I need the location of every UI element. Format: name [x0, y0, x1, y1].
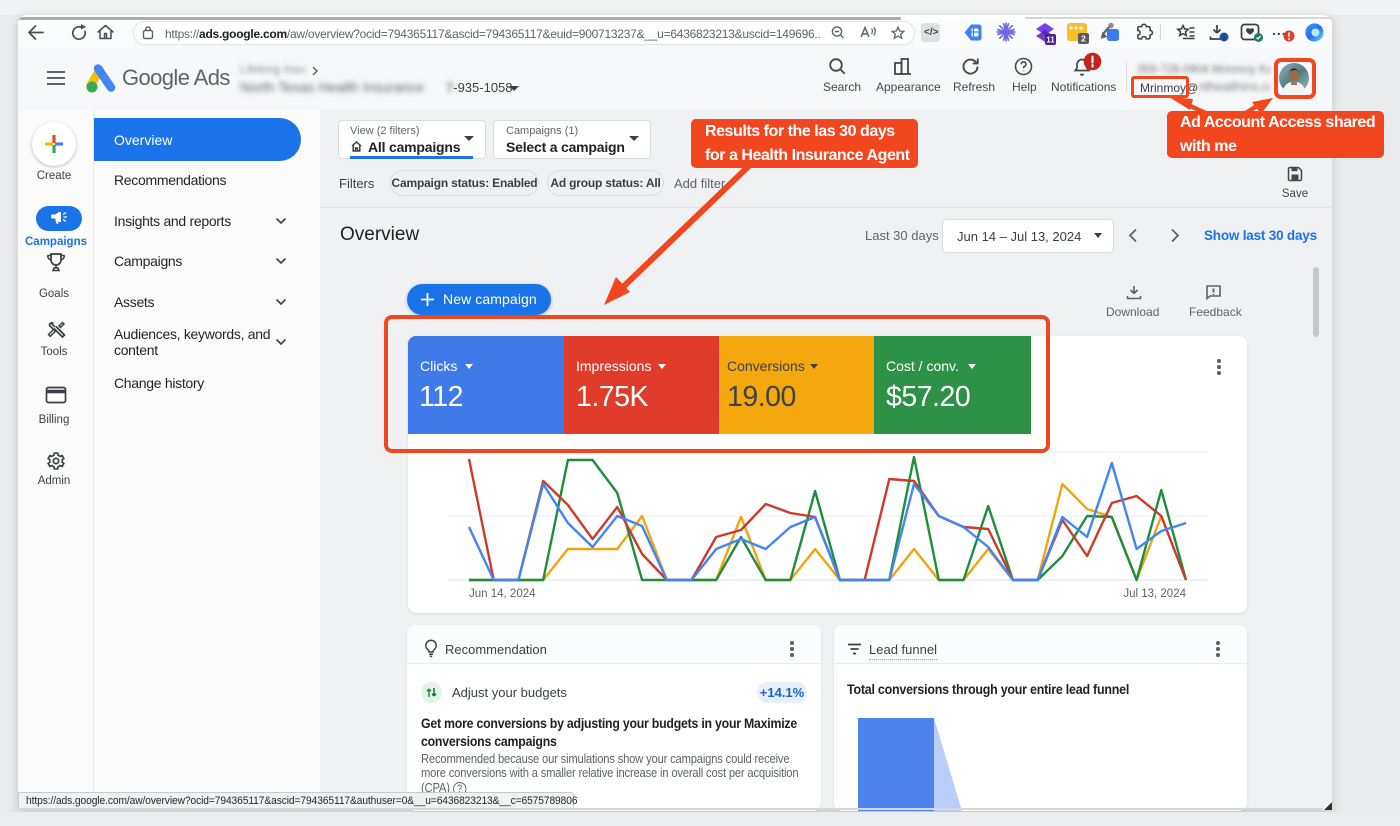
svg-text:2: 2	[1081, 34, 1086, 44]
svg-text:11: 11	[1046, 36, 1055, 45]
